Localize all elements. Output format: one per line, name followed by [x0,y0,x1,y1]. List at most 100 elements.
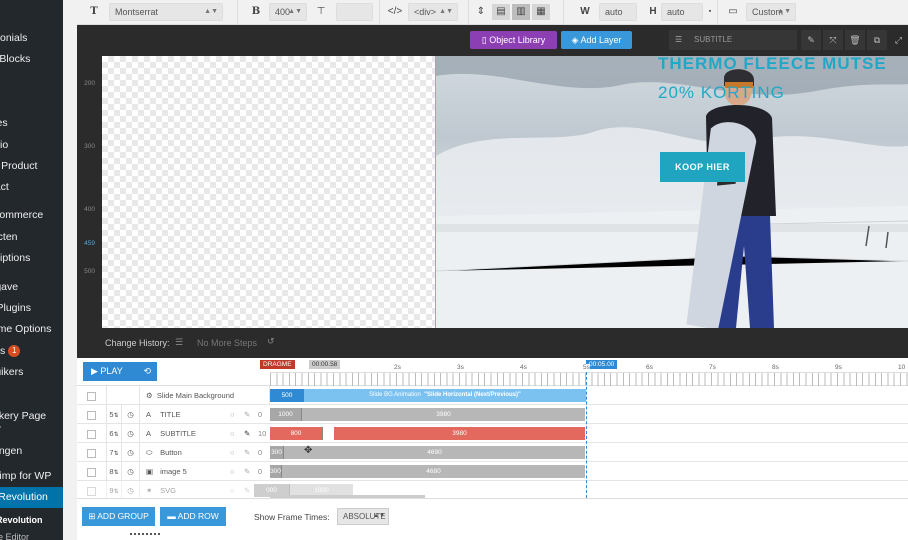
undo-icon[interactable]: ↺ [267,336,275,347]
layer-row[interactable]: 5⇅ ◷ A TITLE ○ ✎ 0 1000 3980 [77,405,908,424]
add-layer-button[interactable]: ◈ Add Layer [561,31,632,49]
sidebar-item[interactable]: er Revolution [0,487,63,508]
layer-delay: 10 [258,429,267,438]
sort-icon[interactable]: ⇅ [114,451,119,457]
pencil-icon[interactable]: ✎ [244,424,250,443]
lock-icon[interactable]: ▪ [707,4,713,20]
align-middle-icon[interactable]: ▥ [512,4,530,20]
sidebar-item[interactable]: H Plugins [0,298,31,319]
font-weight-select[interactable]: 400 ▲▼ [269,3,307,21]
sidebar-item[interactable]: timonials [0,28,27,49]
pencil-icon[interactable]: ✎ [244,462,250,481]
layer-row[interactable]: 8⇅ ◷ ▣ image 5 ○ ✎ 0 300 4680 [77,462,908,481]
height-input[interactable]: auto [661,3,703,21]
add-group-button[interactable]: ⊞ ADD GROUP [82,507,155,526]
sidebar-item[interactable]: cties [0,113,8,134]
add-row-button[interactable]: ▬ ADD ROW [160,507,226,526]
vertical-arrows-icon[interactable]: ⇕ [474,4,488,20]
row-checkbox[interactable] [87,467,96,477]
slide-headline[interactable]: THERMO FLEECE MUTSE [658,56,887,74]
layer-row[interactable]: 7⇅ ◷ ⬭ Button ○ ✎ 0 300 4690 ✥ [77,443,908,462]
sort-icon[interactable]: ⇅ [114,432,119,438]
visibility-icon[interactable]: ○ [230,405,235,424]
visibility-icon[interactable]: ○ [230,462,235,481]
background-animation-bar[interactable]: Slide BG Animation "Slide Horizontal (Ne… [304,389,586,402]
ruler-mark: 500 [84,268,95,275]
sidebar-item[interactable]: tfolio [0,135,8,156]
layer-row[interactable]: 6⇅ ◷ A SUBTITLE ○ ✎ 10 800 3980 [77,424,908,443]
timing-icon[interactable]: ◷ [122,424,140,443]
row-checkbox-cell [77,405,107,424]
object-library-button[interactable]: ▯ Object Library [470,31,557,49]
row-checkbox[interactable] [87,410,96,420]
sidebar-item-label: cties [0,117,8,129]
width-input[interactable]: auto [599,3,637,21]
row-checkbox[interactable] [87,391,96,401]
line-height-input[interactable] [336,3,373,21]
drag-handle[interactable] [130,533,160,536]
sidebar-submenu-sub-title[interactable]: Revolution [0,515,43,525]
align-top-icon[interactable]: ▤ [492,4,510,20]
arrow-icon[interactable]: ⤢ [889,30,908,50]
slide-image[interactable]: THERMO FLEECE MUTSE 20% KORTING KOOP HIE… [436,56,908,328]
layer-in-bar[interactable]: 300 [270,465,282,478]
pencil-icon[interactable]: ✎ [244,405,250,424]
row-checkbox[interactable] [87,429,96,439]
row-checkbox[interactable] [87,448,96,458]
pencil-icon[interactable]: ✎ [801,30,821,50]
layer-duration-bar[interactable]: 3980 [302,408,585,421]
layer-name-cell[interactable]: ⬭ Button ○ ✎ 0 [140,443,270,462]
layer-name-field[interactable]: ☰ SUBTITLE [669,30,797,50]
transparent-canvas[interactable] [102,56,436,328]
visibility-icon[interactable]: ○ [230,443,235,462]
sidebar-item[interactable]: oCommerce [0,205,43,226]
timing-icon[interactable]: ◷ [122,405,140,424]
transform-icon[interactable]: ⤧ [823,30,843,50]
layer-in-bar[interactable]: 300 [270,446,284,459]
background-duration-bar[interactable]: 500 [270,389,304,402]
trash-icon[interactable]: 🗑 [845,30,865,50]
sidebar-item[interactable]: bruikers [0,362,23,383]
align-bottom-icon[interactable]: ▦ [532,4,550,20]
sort-icon[interactable]: ⇅ [114,489,119,495]
time-ruler[interactable]: 2s 3s 4s 5s 6s 7s 8s 9s 10 [270,364,908,386]
layer-in-bar[interactable]: 800 [270,427,323,440]
sidebar-item[interactable]: ducten [0,227,18,248]
timing-icon[interactable]: ◷ [122,443,140,462]
sidebar-item[interactable]: Chimp for WP [0,466,51,487]
sidebar-item[interactable]: scriptions [0,248,30,269]
row-checkbox[interactable] [87,486,96,496]
sidebar-item[interactable]: art Product [0,156,37,177]
dragme-marker[interactable]: DRAGME [260,360,295,369]
frame-times-select[interactable]: ABSOLUTE ▲▼ [337,508,389,525]
visibility-icon[interactable]: ○ [230,424,235,443]
timing-icon[interactable]: ◷ [122,462,140,481]
sidebar-item[interactable]: gins1 [0,341,21,362]
size-mode-select[interactable]: Custom ▲▼ [746,3,796,21]
play-button[interactable]: ▶ PLAY ⟲ [83,362,157,381]
layer-name-cell[interactable]: A SUBTITLE ○ ✎ 10 [140,424,270,443]
sidebar-item[interactable]: Bakery Page [0,406,46,427]
layer-name-cell[interactable]: ▣ image 5 ○ ✎ 0 [140,462,270,481]
sort-icon[interactable]: ⇅ [114,413,119,419]
font-family-select[interactable]: Montserrat ▲▼ [109,3,223,21]
slide-subtitle[interactable]: 20% KORTING [658,83,785,103]
end-time-marker[interactable]: 00:05.00 [586,360,618,369]
sidebar-submenu-sub-item[interactable]: ie Editor [0,532,29,540]
layer-duration-bar[interactable]: 4690 [284,446,585,459]
sidebar-item[interactable]: ergave [0,277,18,298]
sort-icon[interactable]: ⇅ [114,470,119,476]
pencil-icon[interactable]: ✎ [244,443,250,462]
layer-duration-bar[interactable]: 4680 [282,465,585,478]
layer-name-cell[interactable]: A TITLE ○ ✎ 0 [140,405,270,424]
sidebar-item[interactable]: der [0,419,1,440]
layer-duration-bar[interactable]: 3980 [334,427,585,440]
duplicate-icon[interactable]: ⧉ [867,30,887,50]
sidebar-item[interactable]: heme Options [0,319,51,340]
layer-in-bar[interactable]: 1000 [270,408,302,421]
sidebar-item[interactable]: ellingen [0,441,22,462]
koop-hier-button[interactable]: KOOP HIER [660,152,745,182]
tag-select[interactable]: <div> ▲▼ [408,3,458,21]
sidebar-item[interactable]: tic Blocks [0,49,30,70]
sidebar-item[interactable]: ntact [0,177,9,198]
